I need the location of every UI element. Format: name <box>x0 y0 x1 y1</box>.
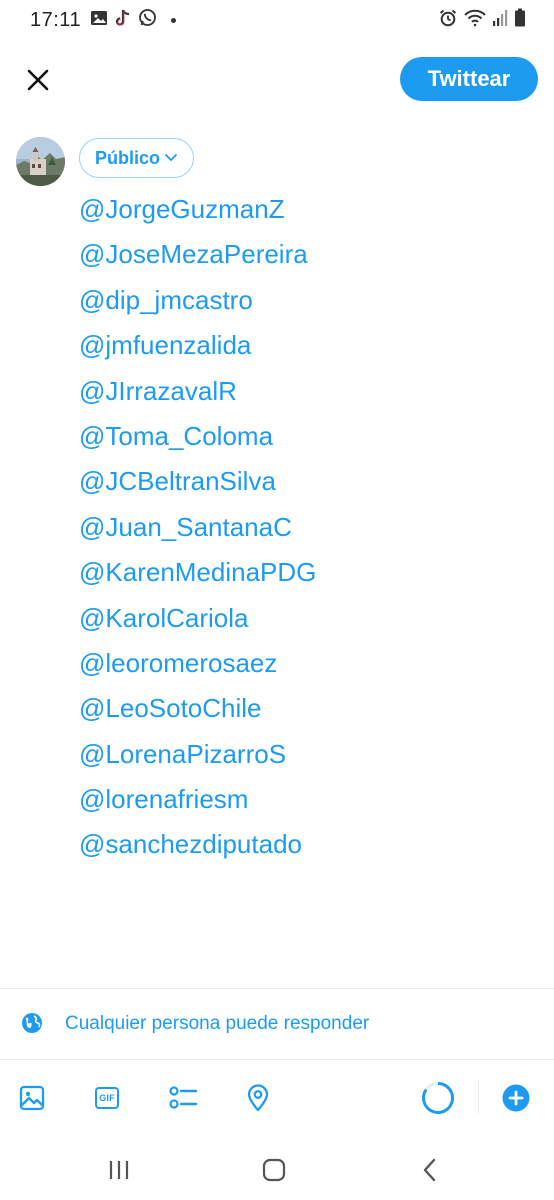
audience-selector-button[interactable]: Público <box>79 138 195 178</box>
signal-icon <box>492 9 508 32</box>
divider <box>0 988 554 989</box>
back-icon <box>423 1158 436 1182</box>
recents-button[interactable] <box>99 1150 139 1190</box>
status-time: 17:11 <box>30 9 82 31</box>
image-icon <box>19 1085 45 1111</box>
mention: @JIrrazavalR <box>79 375 237 406</box>
mention: @lorenafriesm <box>79 784 249 815</box>
add-gif-button[interactable]: GIF <box>89 1080 125 1116</box>
mention: @LeoSotoChile <box>79 693 262 724</box>
character-count-indicator <box>419 1079 457 1117</box>
reply-setting-label: Cualquier persona puede responder <box>65 1013 370 1034</box>
add-image-button[interactable] <box>14 1080 50 1116</box>
tweet-composer-screen: 17:11 Twittear Público @JorgeGuzmanZ @Jo… <box>0 0 554 1200</box>
mention: @sanchezdiputado <box>79 829 302 860</box>
recents-icon <box>109 1161 129 1179</box>
home-button[interactable] <box>254 1150 294 1190</box>
tweet-button[interactable]: Twittear <box>400 57 538 101</box>
character-count-icon <box>422 1082 454 1114</box>
audience-label: Público <box>95 147 161 168</box>
mention: @JorgeGuzmanZ <box>79 194 285 224</box>
reply-setting-button[interactable]: Cualquier persona puede responder <box>0 996 554 1052</box>
status-bar: 17:11 <box>0 0 554 40</box>
mention: @KarenMedinaPDG <box>79 557 317 588</box>
mention: @Toma_Coloma <box>79 420 274 451</box>
divider <box>0 1059 554 1060</box>
add-poll-button[interactable] <box>165 1080 201 1116</box>
mention: @LorenaPizarroS <box>79 738 287 769</box>
toolbar-separator <box>478 1080 479 1114</box>
chevron-down-icon <box>165 154 177 162</box>
alarm-icon <box>438 8 458 33</box>
wifi-icon <box>464 9 486 32</box>
add-thread-button[interactable] <box>498 1080 534 1116</box>
close-button[interactable] <box>18 60 58 100</box>
mention: @jmfuenzalida <box>79 330 252 361</box>
mention: @leoromerosaez <box>79 647 278 678</box>
location-icon <box>247 1084 269 1112</box>
whatsapp-icon <box>138 8 157 32</box>
mention: @JoseMezaPereira <box>79 239 308 270</box>
close-icon <box>27 69 49 91</box>
mention: @JCBeltranSilva <box>79 466 276 497</box>
globe-icon <box>22 1013 42 1033</box>
gif-label: GIF <box>99 1093 115 1103</box>
notification-dot-icon <box>171 17 176 23</box>
back-button[interactable] <box>410 1150 450 1190</box>
home-icon <box>262 1158 286 1182</box>
battery-icon <box>514 8 526 32</box>
add-location-button[interactable] <box>240 1080 276 1116</box>
tiktok-icon <box>114 8 132 33</box>
mention: @dip_jmcastro <box>79 284 253 315</box>
avatar[interactable] <box>16 137 65 186</box>
status-notification-icons <box>90 8 176 33</box>
poll-icon <box>169 1086 198 1109</box>
add-thread-icon <box>502 1084 530 1112</box>
tweet-text-input[interactable]: @JorgeGuzmanZ @JoseMezaPereira @dip_jmca… <box>79 187 519 868</box>
status-system-icons <box>438 8 526 33</box>
mention: @Juan_SantanaC <box>79 511 292 542</box>
mention: @KarolCariola <box>79 602 249 633</box>
gif-icon: GIF <box>95 1087 119 1109</box>
image-icon <box>90 9 108 32</box>
